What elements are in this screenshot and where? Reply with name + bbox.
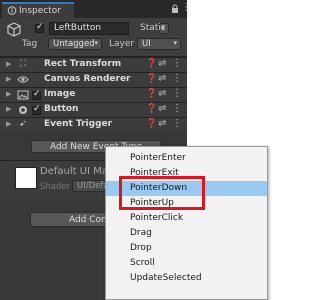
expand-arrow-icon[interactable]: ▶ [6,120,11,128]
object-name-value: LeftButton [54,23,102,33]
menu-item-scroll[interactable]: Scroll [106,256,267,271]
component-rect-transform[interactable]: ▶ ⛶ Rect Transform ❓ ⇌ ⋮ [0,57,187,72]
tab-label: Inspector [19,6,61,16]
preset-sliders-icon[interactable]: ⇌ [158,103,166,114]
event-trigger-icon: ➹ [19,119,27,129]
preset-sliders-icon[interactable]: ⇌ [158,58,166,69]
lock-icon[interactable] [171,4,179,14]
component-name: Rect Transform [44,59,122,69]
menu-item-pointerenter[interactable]: PointerEnter [106,151,267,166]
info-icon [7,6,17,15]
component-event-trigger[interactable]: ▶ ➹ Event Trigger ❓ ⇌ ⋮ [0,117,187,132]
more-options-icon[interactable]: ⋮ [172,88,182,99]
tab-inspector[interactable]: Inspector [2,2,74,18]
enabled-checkbox[interactable]: ✓ [32,89,41,100]
preset-sliders-icon[interactable]: ⇌ [158,118,166,129]
static-label[interactable]: Static [140,23,166,33]
component-canvas-renderer[interactable]: ▶ Canvas Renderer ❓ ⇌ ⋮ [0,72,187,87]
expand-arrow-icon[interactable]: ▶ [6,90,11,98]
menu-item-label: UpdateSelected [130,273,202,283]
component-image[interactable]: ▶ ✓ Image ❓ ⇌ ⋮ [0,87,187,102]
chevron-down-icon: ▾ [94,39,98,47]
component-name: Event Trigger [44,119,113,129]
help-icon[interactable]: ❓ [146,89,157,99]
enabled-checkbox[interactable]: ✓ [32,104,41,115]
event-type-menu: PointerEnter PointerExit PointerDown Poi… [105,146,268,300]
component-name: Image [44,89,76,99]
menu-item-label: PointerClick [130,213,184,223]
menu-item-label: PointerEnter [130,153,186,163]
red-highlight-box [119,176,205,210]
checkmark-icon: ✓ [36,22,44,32]
layer-label: Layer [109,39,135,49]
menu-item-label: Scroll [130,258,155,268]
menu-item-drag[interactable]: Drag [106,226,267,241]
chevron-down-icon: ▾ [173,39,177,47]
component-button[interactable]: ▶ ✓ Button ❓ ⇌ ⋮ [0,102,187,117]
component-name: Canvas Renderer [44,74,131,84]
rect-transform-icon: ⛶ [19,59,27,69]
object-name-field[interactable]: LeftButton [49,22,129,35]
image-icon [17,90,29,100]
tag-label: Tag [22,39,38,49]
menu-item-label: Drag [130,228,152,238]
help-icon[interactable]: ❓ [146,104,157,114]
expand-arrow-icon[interactable]: ▶ [6,60,11,68]
tag-value: Untagged [53,39,95,49]
menu-item-label: Drop [130,243,152,253]
help-icon[interactable]: ❓ [146,74,157,84]
menu-item-pointerclick[interactable]: PointerClick [106,211,267,226]
more-options-icon[interactable]: ⋮ [181,2,191,13]
material-preview[interactable] [15,167,37,189]
gameobject-cube-icon [7,22,21,37]
expand-arrow-icon[interactable]: ▶ [6,75,11,83]
checkmark-icon: ✓ [33,104,41,114]
more-options-icon[interactable]: ⋮ [172,103,182,114]
preset-sliders-icon[interactable]: ⇌ [158,73,166,84]
help-icon[interactable]: ❓ [146,119,157,129]
tag-dropdown[interactable]: Untagged ▾ [48,38,102,50]
more-options-icon[interactable]: ⋮ [172,58,182,69]
eye-icon [17,76,29,83]
preset-sliders-icon[interactable]: ⇌ [158,88,166,99]
component-name: Button [44,104,79,114]
checkmark-icon: ✓ [33,89,41,99]
menu-item-updateselected[interactable]: UpdateSelected [106,271,267,286]
shader-label: Shader [40,182,71,192]
button-icon [19,106,27,114]
help-icon[interactable]: ❓ [146,59,157,69]
more-options-icon[interactable]: ⋮ [172,118,182,129]
layer-dropdown[interactable]: UI ▾ [137,38,181,50]
layer-value: UI [142,39,151,49]
more-options-icon[interactable]: ⋮ [172,73,182,84]
shader-value: UI/Defa [77,181,109,191]
active-checkbox[interactable]: ✓ [35,22,44,33]
tab-bar: Inspector ⋮ [0,0,191,18]
expand-arrow-icon[interactable]: ▶ [6,105,11,113]
menu-item-drop[interactable]: Drop [106,241,267,256]
